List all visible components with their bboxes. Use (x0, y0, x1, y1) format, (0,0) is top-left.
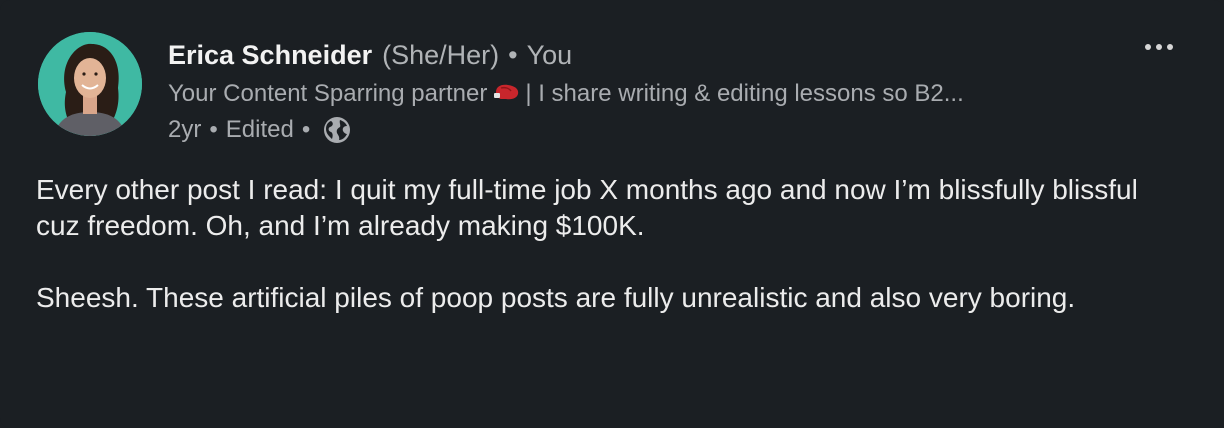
post-body: Every other post I read: I quit my full-… (36, 172, 1186, 316)
author-avatar[interactable] (38, 32, 142, 136)
author-pronouns: (She/Her) (382, 40, 500, 70)
globe-icon (322, 115, 352, 145)
author-name[interactable]: Erica Schneider (168, 38, 372, 72)
post-card: Erica Schneider (She/Her) • You Your Con… (0, 0, 1224, 428)
headline-text-end: | I share writing & editing lessons so B… (525, 80, 964, 107)
edited-label: Edited (225, 116, 294, 143)
more-horizontal-icon (1145, 44, 1173, 50)
boxing-glove-icon (493, 80, 521, 110)
post-meta: 2yr • Edited • (168, 113, 352, 147)
post-options-button[interactable] (1138, 32, 1180, 62)
meta-separator-2: • (301, 116, 311, 143)
avatar-image (38, 32, 142, 136)
author-header: Erica Schneider (She/Her) • You (168, 38, 572, 72)
post-paragraph: Every other post I read: I quit my full-… (36, 174, 1138, 241)
header-separator: • (508, 40, 518, 70)
relationship-label: You (526, 40, 573, 70)
post-paragraph: Sheesh. These artificial piles of poop p… (36, 282, 1076, 313)
author-headline: Your Content Sparring partner | I share w… (168, 79, 1098, 110)
headline-text-start: Your Content Sparring partner (168, 80, 488, 107)
meta-separator-1: • (209, 116, 218, 143)
post-age[interactable]: 2yr (168, 116, 201, 144)
